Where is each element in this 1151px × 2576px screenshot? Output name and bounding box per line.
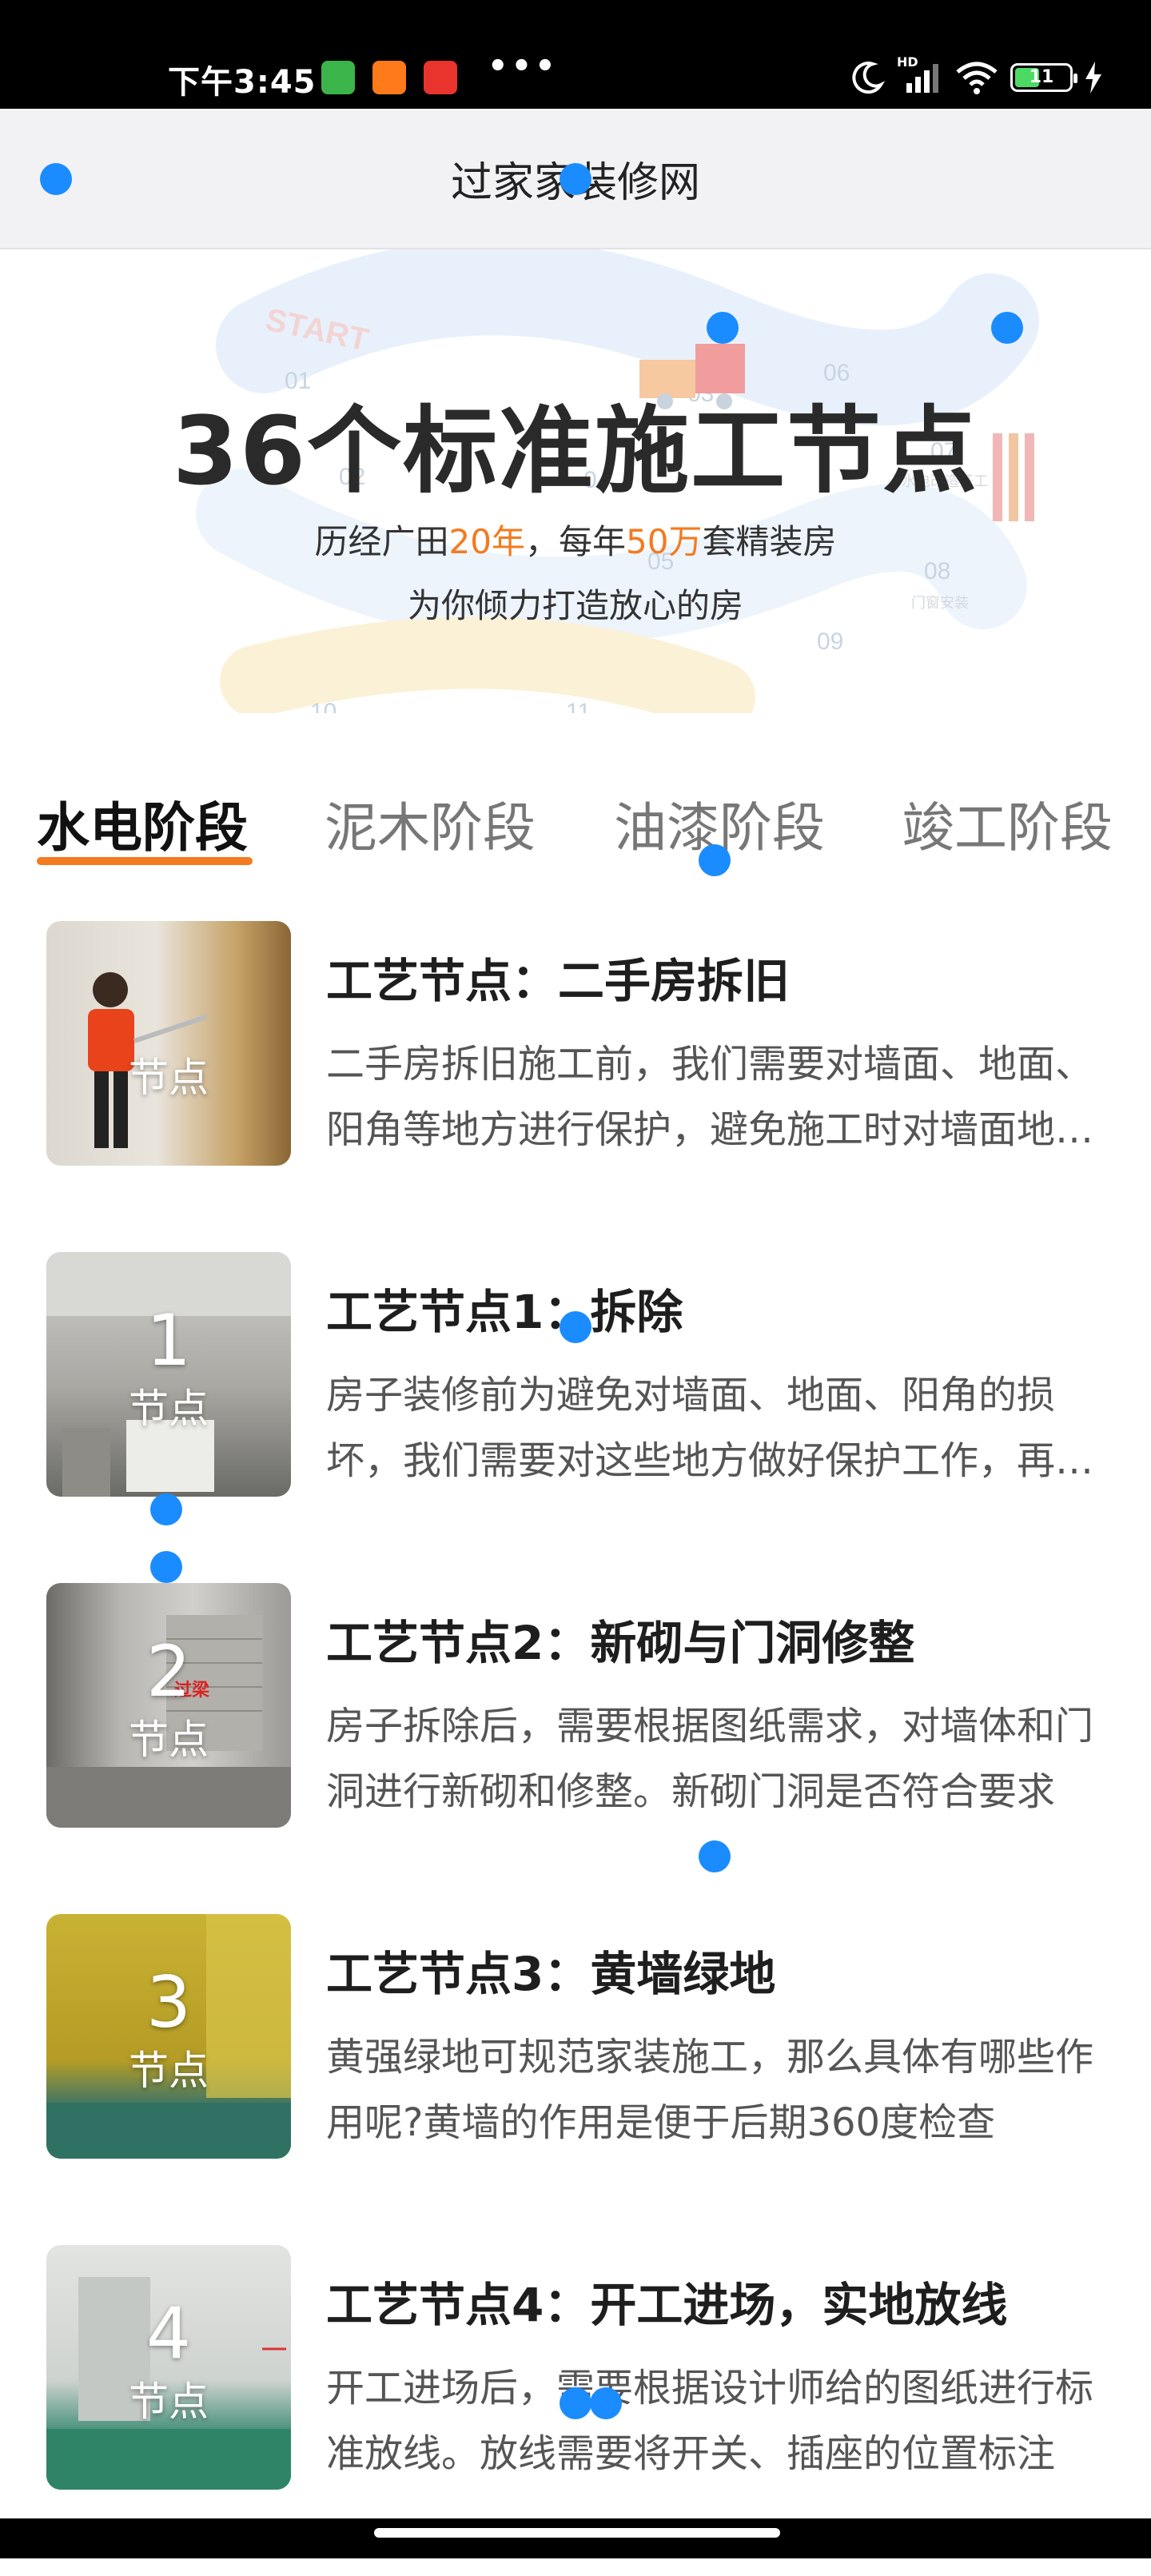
item-node-number: 3 xyxy=(146,1961,191,2044)
banner-highlight-count: 50万 xyxy=(626,522,703,561)
item-node-label: 节点 xyxy=(129,1386,209,1432)
touch-indicator-dot xyxy=(560,2387,591,2419)
item-title: 工艺节点3：黄墙绿地 xyxy=(326,1947,776,2001)
banner-title: 36个标准施工节点 xyxy=(172,396,979,506)
app-notification-icon-green xyxy=(321,61,355,94)
battery-icon: 11 xyxy=(1010,63,1077,92)
item-thumbnail: 过梁 2 节点 xyxy=(46,1583,291,1828)
item-node-number: 2 xyxy=(146,1630,191,1713)
item-title: 工艺节点2：新砌与门洞修整 xyxy=(326,1616,915,1670)
banner-highlight-years: 20年 xyxy=(448,522,525,561)
tab-masonry-carpentry[interactable]: 泥木阶段 xyxy=(325,785,536,862)
touch-indicator-dot xyxy=(560,1311,591,1343)
list-item[interactable]: 1 节点 工艺节点1：拆除 房子装修前为避免对墙面、地面、阳角的损坏，我们需要对… xyxy=(0,1252,1151,1583)
item-thumbnail: 1 节点 xyxy=(46,1252,291,1497)
touch-indicator-dot xyxy=(560,163,591,195)
item-node-number: 1 xyxy=(146,1299,191,1382)
item-title: 工艺节点1：拆除 xyxy=(326,1285,683,1339)
app-notification-icon-red xyxy=(424,61,457,94)
status-icons: HD 11 xyxy=(849,54,1103,98)
banner-subtitle-prefix: 历经广田 xyxy=(314,522,449,561)
item-title: 工艺节点：二手房拆旧 xyxy=(326,954,791,1008)
banner-step-09: 09 xyxy=(817,628,843,655)
item-description: 开工进场后，需要根据设计师给的图纸进行标准放线。放线需要将开关、插座的位置标注 xyxy=(326,2366,1094,2476)
item-node-label: 节点 xyxy=(129,2048,209,2094)
banner-subtitle-1: 历经广田20年，每年50万套精装房 xyxy=(0,515,1151,564)
item-description: 房子装修前为避免对墙面、地面、阳角的损坏，我们需要对这些地方做好保护工作，再进行… xyxy=(326,1373,1094,1483)
item-node-number: 4 xyxy=(146,2292,191,2375)
banner-step-11: 11 xyxy=(566,699,591,713)
gesture-bar xyxy=(0,2518,1151,2558)
touch-indicator-dot xyxy=(991,312,1023,344)
banner-subtitle-suffix: 套精装房 xyxy=(702,522,837,561)
touch-indicator-dot xyxy=(150,1493,182,1525)
banner-subtitle-2: 为你倾力打造放心的房 xyxy=(407,586,743,625)
touch-indicator-dot xyxy=(150,1551,182,1583)
item-title: 工艺节点4：开工进场，实地放线 xyxy=(326,2278,1008,2332)
item-thumbnail: 3 节点 xyxy=(46,1914,291,2159)
list-item[interactable]: 节点 工艺节点：二手房拆旧 二手房拆旧施工前，我们需要对墙面、地面、阳角等地方进… xyxy=(0,921,1151,1252)
item-description: 二手房拆旧施工前，我们需要对墙面、地面、阳角等地方进行保护，避免施工时对墙面地面… xyxy=(326,1042,1094,1152)
banner[interactable]: START 01 02 03 04 05 06 07 08 09 10 11 水… xyxy=(0,249,1151,713)
tab-completion[interactable]: 竣工阶段 xyxy=(902,785,1113,862)
item-thumbnail: 节点 xyxy=(46,921,291,1166)
item-description: 黄强绿地可规范家装施工，那么具体有哪些作用呢?黄墙的作用是便于后期360度检查 xyxy=(326,2035,1094,2145)
battery-level: 11 xyxy=(1029,67,1054,87)
banner-subtitle-mid: ，每年 xyxy=(524,522,626,561)
banner-step-10: 10 xyxy=(310,699,337,713)
app-notification-icon-orange xyxy=(372,61,406,94)
status-time: 下午3:45 xyxy=(168,64,317,101)
item-node-label: 节点 xyxy=(129,2379,209,2425)
touch-indicator-dot xyxy=(40,163,72,195)
charging-icon xyxy=(1085,62,1101,94)
item-node-label: 节点 xyxy=(129,1055,209,1101)
touch-indicator-dot xyxy=(590,2387,622,2419)
touch-indicator-dot xyxy=(699,844,731,876)
wifi-icon xyxy=(956,62,998,94)
list-item[interactable]: 过梁 2 节点 工艺节点2：新砌与门洞修整 房子拆除后，需要根据图纸需求，对墙体… xyxy=(0,1583,1151,1914)
moon-icon xyxy=(852,62,886,94)
item-description: 房子拆除后，需要根据图纸需求，对墙体和门洞进行新砌和修整。新砌门洞是否符合要求 xyxy=(326,1704,1094,1814)
home-indicator[interactable] xyxy=(374,2528,780,2538)
more-notifications-icon: ••• xyxy=(488,48,559,85)
item-thumbnail: 4 节点 xyxy=(46,2245,291,2490)
stage-tabs: 水电阶段 泥木阶段 油漆阶段 竣工阶段 xyxy=(0,768,1151,865)
tab-plumbing-electrical[interactable]: 水电阶段 xyxy=(37,785,248,862)
signal-icon: HD xyxy=(897,54,943,96)
touch-indicator-dot xyxy=(707,312,739,344)
list-item[interactable]: 3 节点 工艺节点3：黄墙绿地 黄强绿地可规范家装施工，那么具体有哪些作用呢?黄… xyxy=(0,1914,1151,2245)
item-node-label: 节点 xyxy=(129,1717,209,1763)
status-bar: 下午3:45 ••• HD 11 xyxy=(0,0,1151,109)
active-tab-indicator xyxy=(37,857,253,865)
touch-indicator-dot xyxy=(699,1840,731,1872)
